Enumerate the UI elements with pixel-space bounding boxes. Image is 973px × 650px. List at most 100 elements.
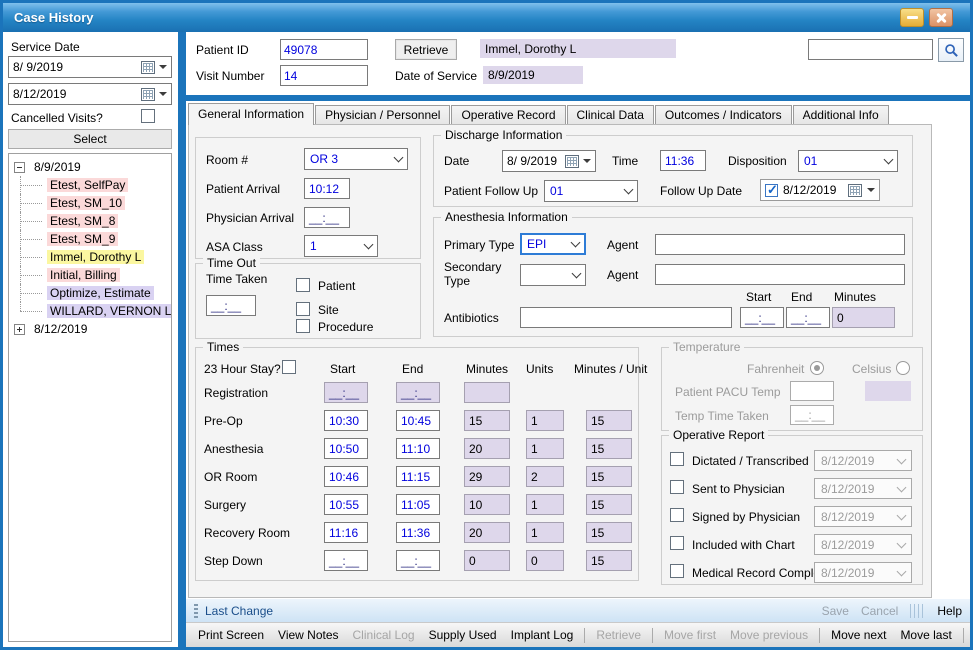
expand-icon[interactable]	[14, 324, 25, 335]
tree-item-8-9-2019[interactable]: 8/9/2019	[9, 158, 171, 176]
view-notes-button[interactable]: View Notes	[271, 625, 345, 645]
asa-class-select[interactable]: 1	[304, 235, 378, 257]
times-anesthesia-end-input[interactable]: 11:10	[396, 438, 440, 459]
help-button[interactable]: Help	[968, 625, 973, 645]
move-next-button[interactable]: Move next	[824, 625, 893, 645]
antibiotics-end-input[interactable]: __:__	[786, 307, 830, 328]
follow-up-date-checkbox[interactable]	[765, 184, 778, 197]
tree-item-8-12-2019[interactable]: 8/12/2019	[9, 320, 171, 338]
celsius-radio[interactable]	[896, 361, 910, 375]
times-or-room-end-input[interactable]: 11:15	[396, 466, 440, 487]
times-step-down-start-input[interactable]: __:__	[324, 550, 368, 571]
tree-item-initial-billing[interactable]: Initial, Billing	[9, 266, 171, 284]
fahrenheit-radio[interactable]	[810, 361, 824, 375]
primary-type-label: Primary Type	[444, 238, 514, 252]
tree-item-etest-selfpay[interactable]: Etest, SelfPay	[9, 176, 171, 194]
follow-up-date-picker[interactable]: 8/12/2019	[760, 179, 880, 201]
tab-outcomes-indicators[interactable]: Outcomes / Indicators	[655, 105, 792, 124]
time-taken-input[interactable]: __:__	[206, 295, 256, 316]
sent-to-physician-date-value: 8/12/2019	[821, 482, 874, 496]
implant-log-button[interactable]: Implant Log	[504, 625, 581, 645]
tab-clinical-data[interactable]: Clinical Data	[567, 105, 654, 124]
cancel-button[interactable]: Cancel	[861, 604, 898, 618]
tree-item-willard-vernon-l[interactable]: WILLARD, VERNON L	[9, 302, 171, 320]
tree-item-immel-dorothy-l[interactable]: Immel, Dorothy L	[9, 248, 171, 266]
tree-item-etest-sm-8[interactable]: Etest, SM_8	[9, 212, 171, 230]
minimize-button[interactable]	[900, 8, 924, 27]
visit-tree[interactable]: 8/9/2019Etest, SelfPayEtest, SM_10Etest,…	[8, 153, 172, 642]
primary-type-select[interactable]: EPI	[520, 233, 586, 255]
tree-item-optimize-estimate[interactable]: Optimize, Estimate	[9, 284, 171, 302]
sent-to-physician-checkbox[interactable]	[670, 480, 684, 494]
agent-input-2[interactable]	[655, 264, 905, 285]
times-anesthesia-start-input[interactable]: 10:50	[324, 438, 368, 459]
magnifier-icon	[944, 43, 959, 58]
tree-item-etest-sm-9[interactable]: Etest, SM_9	[9, 230, 171, 248]
antibiotics-start-input[interactable]: __:__	[740, 307, 784, 328]
times-surgery-end-input[interactable]: 11:05	[396, 494, 440, 515]
close-button[interactable]	[929, 8, 953, 27]
site-checkbox[interactable]	[296, 302, 310, 316]
retrieve-button[interactable]: Retrieve	[395, 39, 457, 60]
clinical-log-button[interactable]: Clinical Log	[346, 625, 422, 645]
cancelled-visits-checkbox[interactable]	[141, 109, 155, 123]
physician-arrival-input[interactable]: __:__	[304, 207, 350, 228]
secondary-type-select[interactable]	[520, 264, 586, 286]
tree-item-etest-sm-10[interactable]: Etest, SM_10	[9, 194, 171, 212]
patient-id-input[interactable]	[280, 39, 368, 60]
times-surgery-start-input[interactable]: 10:55	[324, 494, 368, 515]
times-recovery-room-start-input[interactable]: 11:16	[324, 522, 368, 543]
procedure-checkbox[interactable]	[296, 319, 310, 333]
tab-operative-record[interactable]: Operative Record	[451, 105, 565, 124]
tab-additional-info[interactable]: Additional Info	[793, 105, 889, 124]
search-input[interactable]	[808, 39, 933, 60]
signed-by-physician-date-value: 8/12/2019	[821, 510, 874, 524]
antibiotics-input[interactable]	[520, 307, 732, 328]
print-screen-button[interactable]: Print Screen	[191, 625, 271, 645]
times-or-room-start-input[interactable]: 10:46	[324, 466, 368, 487]
patient-header: Patient ID Retrieve Immel, Dorothy L Vis…	[186, 32, 970, 95]
toolbar-separator	[819, 628, 820, 643]
times-recovery-room-end-input[interactable]: 11:36	[396, 522, 440, 543]
signed-by-physician-checkbox[interactable]	[670, 508, 684, 522]
dropdown-arrow-icon[interactable]	[159, 92, 167, 96]
times-pre-op-end-input[interactable]: 10:45	[396, 410, 440, 431]
patient-follow-up-select[interactable]: 01	[544, 180, 638, 202]
stay-label: 23 Hour Stay?	[204, 362, 281, 376]
select-button[interactable]: Select	[8, 129, 172, 149]
help-button[interactable]: Help	[937, 604, 962, 618]
tab-general-information[interactable]: General Information	[188, 103, 314, 125]
dropdown-arrow-icon[interactable]	[583, 159, 591, 163]
times-step-down-end-input[interactable]: __:__	[396, 550, 440, 571]
save-button[interactable]: Save	[822, 604, 849, 618]
room-select[interactable]: OR 3	[304, 148, 408, 170]
tab-physician-personnel[interactable]: Physician / Personnel	[315, 105, 450, 124]
dropdown-arrow-icon[interactable]	[159, 65, 167, 69]
move-previous-button[interactable]: Move previous	[723, 625, 815, 645]
disposition-select[interactable]: 01	[798, 150, 898, 172]
visit-number-input[interactable]	[280, 65, 368, 86]
times-registration-start-input: __:__	[324, 382, 368, 403]
stay-checkbox[interactable]	[282, 360, 296, 374]
pacu-temp-converted-display	[865, 381, 911, 401]
move-last-button[interactable]: Move last	[893, 625, 958, 645]
times-anesthesia-units-display: 1	[526, 438, 564, 459]
dropdown-arrow-icon[interactable]	[867, 188, 875, 192]
discharge-date-picker[interactable]: 8/ 9/2019	[502, 150, 596, 172]
supply-used-button[interactable]: Supply Used	[422, 625, 504, 645]
included-with-chart-checkbox[interactable]	[670, 536, 684, 550]
collapse-icon[interactable]	[14, 162, 25, 173]
agent-input[interactable]	[655, 234, 905, 255]
patient-arrival-input[interactable]: 10:12	[304, 178, 350, 199]
medical-record-complete-checkbox[interactable]	[670, 564, 684, 578]
times-pre-op-start-input[interactable]: 10:30	[324, 410, 368, 431]
service-date-to-picker[interactable]: 8/12/2019	[8, 83, 172, 105]
service-date-from-picker[interactable]: 8/ 9/2019	[8, 56, 172, 78]
patient-checkbox[interactable]	[296, 278, 310, 292]
retrieve-button[interactable]: Retrieve	[589, 625, 648, 645]
dictated-transcribed-checkbox[interactable]	[670, 452, 684, 466]
titlebar: Case History	[3, 3, 970, 32]
search-button[interactable]	[938, 38, 964, 62]
move-first-button[interactable]: Move first	[657, 625, 723, 645]
discharge-time-input[interactable]: 11:36	[660, 150, 706, 171]
